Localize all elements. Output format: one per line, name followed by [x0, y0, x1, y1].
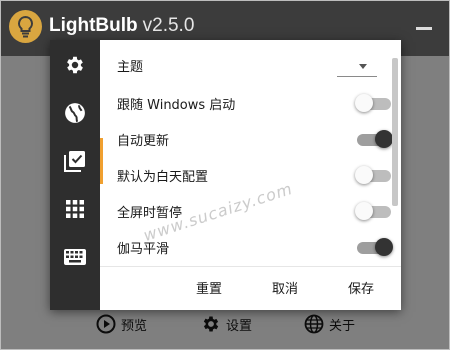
autostart-toggle[interactable]	[355, 94, 393, 112]
active-section-indicator	[100, 138, 103, 184]
sidebar-item-apps[interactable]	[50, 187, 100, 231]
checkbox-list-icon	[64, 151, 85, 172]
setting-row-autostart: 跟随 Windows 启动	[117, 88, 391, 118]
default-day-toggle[interactable]	[355, 166, 393, 184]
fullscreen-pause-toggle[interactable]	[355, 202, 393, 220]
setting-label-auto-update: 自动更新	[117, 133, 170, 149]
app-name: LightBulb	[49, 15, 138, 36]
sidebar-item-hotkeys[interactable]	[50, 235, 100, 279]
settings-dialog: 主题 跟随 Windows 启动 自动更新 默认为白天配置 全屏时暂停 伽马平滑	[50, 40, 401, 310]
sidebar-item-location[interactable]	[50, 91, 100, 135]
setting-row-auto-update: 自动更新	[117, 124, 393, 154]
settings-sidebar	[50, 40, 100, 310]
dialog-divider	[100, 266, 401, 267]
lightbulb-icon	[9, 10, 42, 43]
app-version: v2.5.0	[142, 15, 195, 36]
setting-row-theme: 主题	[117, 50, 387, 80]
sidebar-item-general[interactable]	[50, 43, 100, 87]
gear-icon	[67, 56, 83, 74]
keyboard-icon	[64, 249, 86, 265]
setting-label-theme: 主题	[117, 59, 144, 75]
grid-icon	[66, 200, 84, 218]
setting-label-default-day: 默认为白天配置	[117, 169, 209, 185]
sidebar-item-features[interactable]	[50, 139, 100, 183]
reset-button[interactable]: 重置	[196, 278, 222, 297]
minimize-button[interactable]	[413, 21, 435, 35]
gamma-smoothing-toggle[interactable]	[355, 238, 393, 256]
save-button[interactable]: 保存	[348, 278, 374, 297]
app-title: LightBulb v2.5.0	[49, 15, 194, 37]
theme-select[interactable]	[337, 54, 377, 77]
cancel-button[interactable]: 取消	[272, 278, 298, 297]
caret-down-icon	[359, 64, 367, 69]
settings-scrollbar[interactable]	[392, 58, 398, 206]
setting-row-default-day: 默认为白天配置	[117, 160, 391, 190]
setting-label-autostart: 跟随 Windows 启动	[117, 97, 236, 113]
app-window: LightBulbv2.5.0 预览 设置 关于	[0, 0, 450, 350]
auto-update-toggle[interactable]	[355, 130, 393, 148]
globe-icon	[65, 103, 85, 123]
